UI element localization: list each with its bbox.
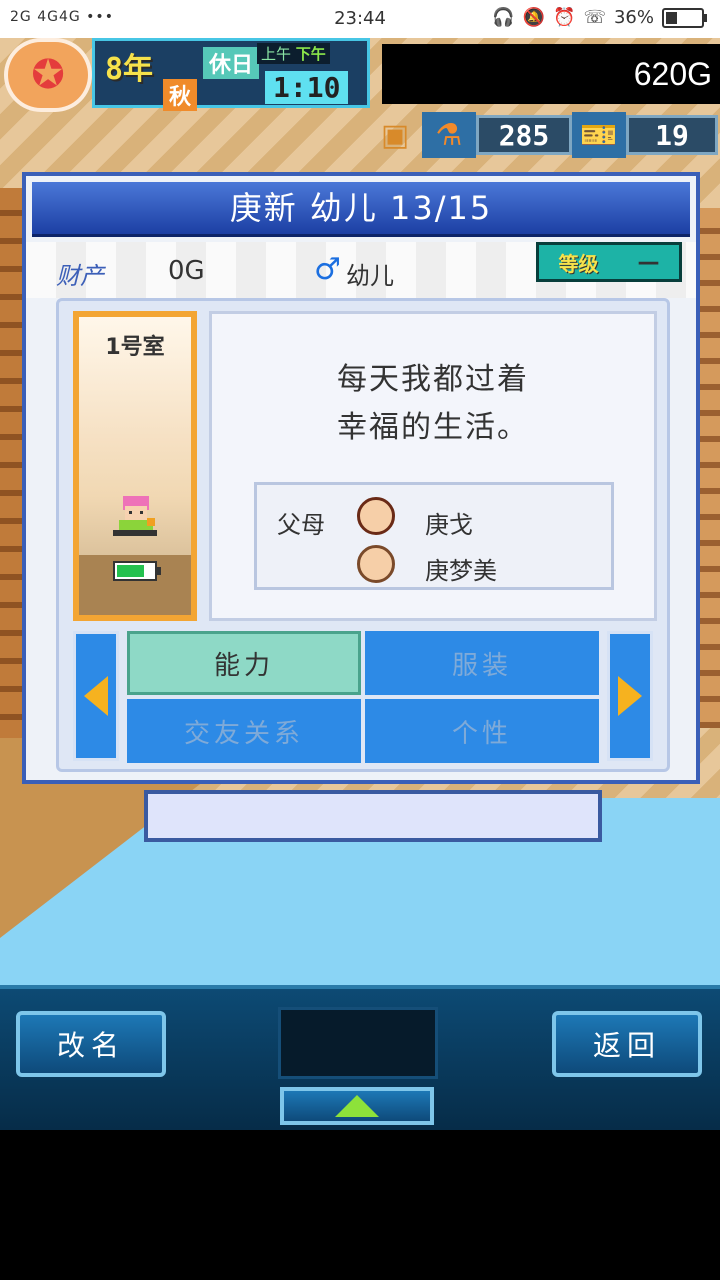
resource-bar: ▣ ⚗ 285 🎫 19 [368,110,720,160]
money-display: 620G [382,44,720,104]
back-button[interactable]: 返回 [552,1011,702,1077]
ampm-indicator: 上午 下午 [257,43,330,64]
battery-percent: 36% [613,7,654,28]
research-points: 285 [476,115,572,155]
game-time: 1:10 [265,71,349,104]
tab-ability[interactable]: 能力 [127,631,361,695]
room-view: 1号室 [79,317,191,615]
year-label: 8年 [105,52,154,87]
room-label: 1号室 [105,335,165,360]
life-stage-label: 幼儿 [346,262,394,290]
bottom-bar: 改名 返回 [0,985,720,1130]
ticket-icon: 🎫 [572,112,626,158]
tab-personality[interactable]: 个性 [365,699,599,763]
hd-call-icon: ☏ [583,7,606,28]
season-badge: 秋 [163,79,198,111]
rename-button[interactable]: 改名 [16,1011,166,1077]
game-pad-avatar[interactable]: ✪ [4,38,92,112]
next-child-button[interactable] [607,631,653,761]
level-value: — [637,249,660,275]
dialog-title-text: 庚新 幼儿 13/15 [229,189,493,227]
level-badge: 等级 — [536,242,682,282]
tab-friends[interactable]: 交友关系 [127,699,361,763]
battery-fill [666,11,677,24]
date-panel: 8年 休日 秋 上午 下午 1:10 [92,38,370,111]
father-name: 庚戈 [425,511,473,539]
tab-clothing[interactable]: 服装 [365,631,599,695]
message-box: 每天我都过着 幸福的生活。 父母 庚戈 庚梦美 [209,311,657,621]
energy-fill [117,565,144,577]
parents-label: 父母 [277,511,325,539]
level-label: 等级 [558,251,599,276]
alarm-icon: ⏰ [553,7,576,28]
arrow-right-icon [618,676,642,716]
holiday-badge: 休日 [203,47,260,79]
battery-icon [662,7,707,28]
content-panel: 1号室 每天我都过着 幸福的生活。 父母 庚戈 庚梦美 能力 服装 交友关系 个… [56,298,670,772]
child-info-dialog: 庚新 幼儿 13/15 财产 0G ♂ 幼儿 等级 — 1号室 每天我都过着 幸… [22,172,700,784]
headset-icon: 🎧 [492,7,515,28]
treasure-chest-icon[interactable]: ▣ [368,112,422,158]
flask-icon: ⚗ [422,112,476,158]
am-label: 上午 [261,45,292,63]
property-value: 0G [168,256,205,286]
prev-child-button[interactable] [73,631,119,761]
bell-off-icon: 🔕 [522,7,546,28]
property-label: 财产 [56,262,104,290]
gamepad-icon: ✪ [31,52,65,98]
mother-face-icon [357,545,395,583]
arrow-left-icon [84,676,108,716]
message-bar [144,790,602,842]
center-slot [278,1007,438,1079]
arrow-up-icon [335,1095,379,1117]
message-line-1: 每天我都过着 [337,362,529,397]
message-line-2: 幸福的生活。 [337,410,529,445]
room-card[interactable]: 1号室 [73,311,197,621]
energy-battery-icon [113,561,161,581]
ticket-count: 19 [626,115,718,155]
child-message: 每天我都过着 幸福的生活。 [212,356,654,452]
child-sprite [113,496,157,536]
pm-label: 下午 [295,45,326,63]
dialog-title: 庚新 幼儿 13/15 [32,182,690,237]
status-icons: 🎧 🔕 ⏰ ☏ 36% [492,7,707,28]
parents-box: 父母 庚戈 庚梦美 [254,482,614,590]
father-face-icon [357,497,395,535]
male-icon: ♂ [314,252,341,287]
expand-button[interactable] [280,1087,434,1125]
status-bar: 2G 4G4G ••• 23:44 🎧 🔕 ⏰ ☏ 36% [0,0,720,38]
mother-name: 庚梦美 [425,557,497,585]
